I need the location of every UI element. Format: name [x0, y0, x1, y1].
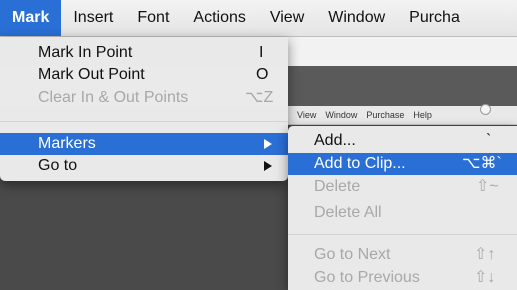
menu-item-go-to-previous[interactable]: Go to Previous ⇧↓	[288, 267, 517, 289]
menubar-mark[interactable]: Mark	[0, 0, 62, 36]
menu-item-mark-out-point[interactable]: Mark Out Point O	[0, 64, 288, 86]
menubar-actions[interactable]: Actions	[181, 0, 257, 36]
menu-item-shortcut: ⌥⌘`	[462, 155, 502, 172]
menu-item-shortcut: O	[256, 66, 269, 83]
markers-submenu: Add... ` Add to Clip... ⌥⌘` Delete ⇧~ De…	[288, 126, 517, 290]
menu-item-shortcut: ⇧↑	[474, 246, 496, 263]
menu-item-shortcut: I	[259, 44, 264, 61]
background-window-titlebar	[288, 37, 517, 69]
menubar-view[interactable]: View	[258, 0, 316, 36]
menu-item-label: Add to Clip...	[314, 155, 406, 172]
menu-item-delete-marker[interactable]: Delete ⇧~	[288, 176, 517, 198]
submenu-arrow-icon	[264, 139, 272, 149]
bg-menu-purchase: Purchase	[366, 110, 405, 120]
menu-item-delete-all-markers[interactable]: Delete All	[288, 202, 517, 224]
menu-item-shortcut: ⇧↓	[474, 269, 496, 286]
menu-separator	[288, 234, 517, 235]
menubar-font[interactable]: Font	[125, 0, 181, 36]
menu-item-mark-in-point[interactable]: Mark In Point I	[0, 42, 288, 64]
menu-item-shortcut: `	[486, 132, 492, 149]
bg-menu-window: Window	[325, 110, 358, 120]
menu-item-label: Go to Previous	[314, 269, 420, 286]
submenu-arrow-icon	[264, 161, 272, 171]
menu-item-add-to-clip[interactable]: Add to Clip... ⌥⌘`	[288, 153, 517, 175]
bg-menu-help: Help	[413, 110, 432, 120]
menu-item-markers[interactable]: Markers	[0, 133, 288, 155]
menu-item-label: Add...	[314, 132, 356, 149]
menu-item-go-to[interactable]: Go to	[0, 155, 288, 177]
menu-item-label: Delete	[314, 178, 361, 195]
menu-item-add-marker[interactable]: Add... `	[288, 130, 517, 152]
menubar-purchase[interactable]: Purcha	[397, 0, 472, 36]
menubar-window[interactable]: Window	[316, 0, 397, 36]
menu-item-label: Markers	[38, 135, 96, 152]
menu-item-label: Delete All	[314, 204, 382, 221]
menu-item-go-to-next[interactable]: Go to Next ⇧↑	[288, 244, 517, 266]
menu-separator	[0, 121, 288, 122]
menu-item-label: Mark Out Point	[38, 66, 145, 83]
menu-item-label: Clear In & Out Points	[38, 89, 189, 106]
menu-item-label: Go to	[38, 157, 78, 174]
menu-item-label: Mark In Point	[38, 44, 133, 61]
menu-item-clear-in-out-points[interactable]: Clear In & Out Points ⌥Z	[0, 87, 288, 109]
menu-bar: Mark Insert Font Actions View Window Pur…	[0, 0, 517, 37]
bg-menu-view: View	[297, 110, 317, 120]
menu-item-label: Go to Next	[314, 246, 391, 263]
mark-menu: Mark In Point I Mark Out Point O Clear I…	[0, 37, 288, 181]
status-circle-icon	[480, 104, 491, 115]
menu-item-shortcut: ⇧~	[476, 178, 499, 195]
menu-item-shortcut: ⌥Z	[245, 89, 274, 106]
menubar-insert[interactable]: Insert	[61, 0, 125, 36]
